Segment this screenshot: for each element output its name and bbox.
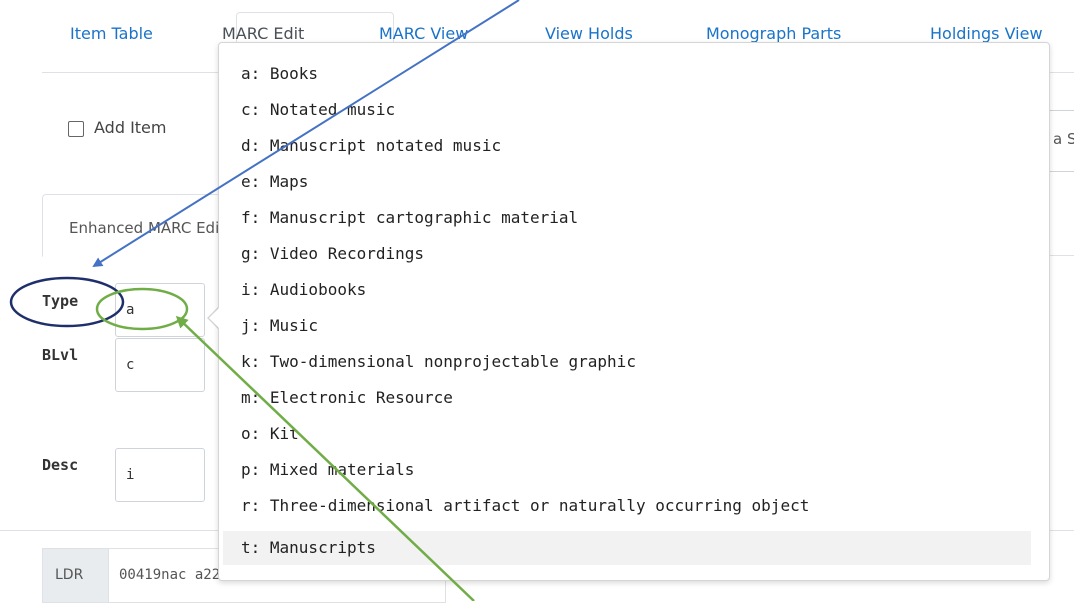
desc-field-label: Desc [42, 456, 79, 474]
tab-enhanced-marc-editor[interactable]: Enhanced MARC Editor [42, 194, 240, 257]
partial-input-text: a S [1053, 130, 1074, 148]
type-field-input[interactable]: a [115, 283, 205, 337]
type-option-j[interactable]: j: Music [223, 309, 1031, 343]
popover-arrow-fill [209, 307, 220, 329]
type-option-p[interactable]: p: Mixed materials [223, 453, 1031, 487]
type-option-e[interactable]: e: Maps [223, 165, 1031, 199]
type-field-label: Type [42, 292, 79, 310]
blvl-field-label: BLvl [42, 346, 79, 364]
tab-monograph-parts[interactable]: Monograph Parts [706, 24, 841, 43]
add-item-label: Add Item [94, 118, 167, 137]
type-option-i[interactable]: i: Audiobooks [223, 273, 1031, 307]
type-option-r[interactable]: r: Three-dimensional artifact or natural… [223, 489, 1031, 523]
type-option-o[interactable]: o: Kit [223, 417, 1031, 451]
tab-holdings-view[interactable]: Holdings View [930, 24, 1043, 43]
add-item-checkbox[interactable] [68, 120, 84, 137]
blvl-field-input[interactable]: c [115, 338, 205, 392]
type-option-c[interactable]: c: Notated music [223, 93, 1031, 127]
type-option-f[interactable]: f: Manuscript cartographic material [223, 201, 1031, 235]
ldr-label: LDR [55, 567, 84, 583]
blvl-field-value: c [126, 357, 135, 373]
type-option-m[interactable]: m: Electronic Resource [223, 381, 1031, 415]
type-option-g[interactable]: g: Video Recordings [223, 237, 1031, 271]
type-option-d[interactable]: d: Manuscript notated music [223, 129, 1031, 163]
desc-field-value: i [126, 467, 135, 483]
tab-item-table[interactable]: Item Table [70, 24, 153, 43]
tab-marc-edit[interactable]: MARC Edit [222, 24, 304, 43]
type-option-a[interactable]: a: Books [223, 57, 1031, 91]
type-field-value: a [126, 302, 135, 318]
type-option-t[interactable]: t: Manuscripts [223, 531, 1031, 565]
add-item-control[interactable]: Add Item [68, 118, 166, 137]
tab-view-holds[interactable]: View Holds [545, 24, 633, 43]
tab-marc-view[interactable]: MARC View [379, 24, 468, 43]
desc-field-input[interactable]: i [115, 448, 205, 502]
type-option-k[interactable]: k: Two-dimensional nonprojectable graphi… [223, 345, 1031, 379]
ldr-label-cell: LDR [42, 548, 109, 603]
type-options-popover: a: Books c: Notated music d: Manuscript … [218, 42, 1050, 581]
tab-enhanced-marc-editor-label: Enhanced MARC Editor [69, 219, 241, 237]
